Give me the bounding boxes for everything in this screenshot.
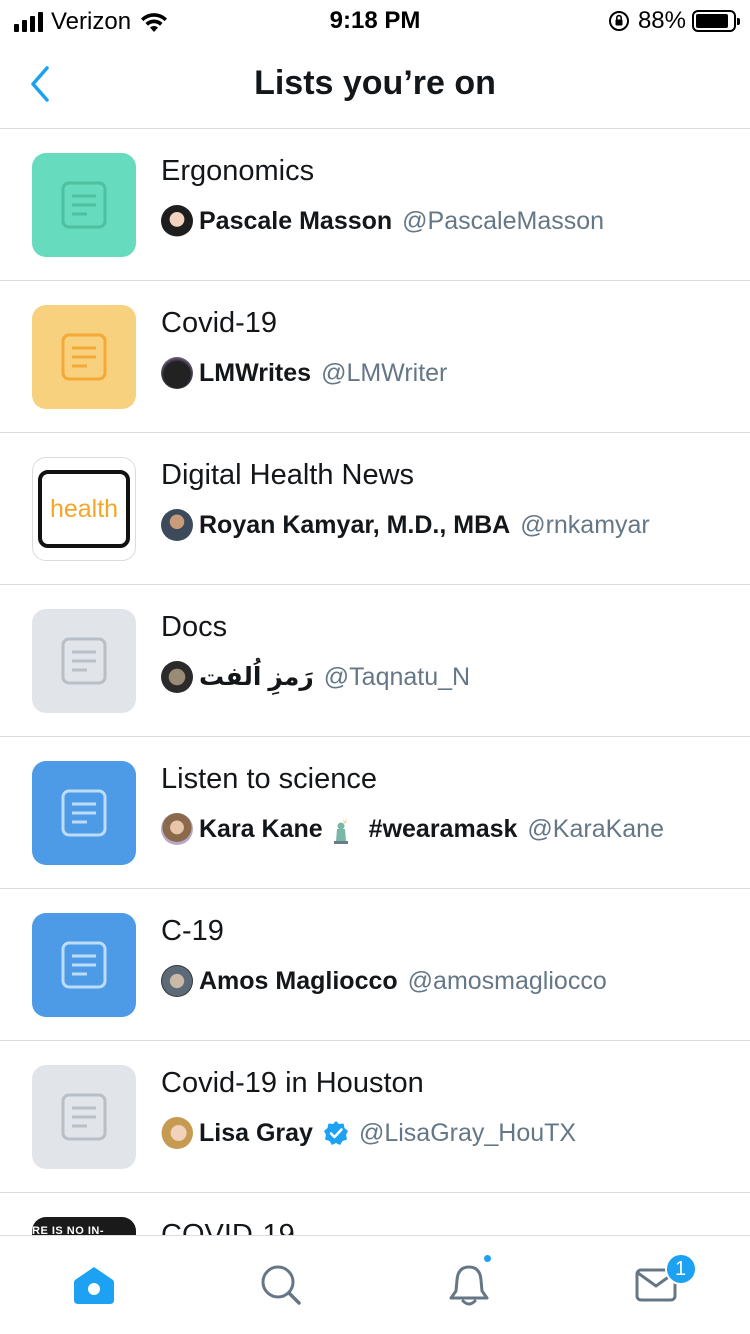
list-icon <box>61 789 107 837</box>
list-item[interactable]: Listen to science Kara Kane #wearamask @… <box>0 737 750 889</box>
avatar <box>161 813 193 845</box>
owner-name: Kara Kane <box>199 814 323 843</box>
health-logo: health <box>38 470 130 548</box>
statue-of-liberty-icon <box>329 814 353 844</box>
owner-handle: @KaraKane <box>527 814 664 843</box>
owner-handle: @PascaleMasson <box>402 206 605 235</box>
list-name: Docs <box>161 611 228 643</box>
status-bar: Verizon 9:18 PM 88% <box>0 0 750 40</box>
list-owner: Amos Magliocco @amosmagliocco <box>161 964 607 998</box>
list-name: C-19 <box>161 915 224 947</box>
tab-messages[interactable]: 1 <box>563 1236 750 1334</box>
owner-name: Royan Kamyar, M.D., MBA <box>199 510 511 539</box>
list-item[interactable]: Covid-19 LMWrites @LMWriter <box>0 281 750 433</box>
list-icon <box>61 333 107 381</box>
messages-badge: 1 <box>664 1253 697 1285</box>
nav-header: Lists you’re on <box>0 40 750 129</box>
list-item[interactable]: health Digital Health News Royan Kamyar,… <box>0 433 750 585</box>
owner-handle: @LMWriter <box>321 358 448 387</box>
tab-notifications[interactable] <box>375 1236 563 1334</box>
avatar <box>161 661 193 693</box>
list-thumbnail <box>32 761 136 865</box>
list-thumbnail <box>32 305 136 409</box>
list-thumbnail: RE IS NO IN-BETW <box>32 1217 136 1235</box>
verified-badge-icon <box>323 1120 349 1146</box>
list-icon <box>61 941 107 989</box>
battery-icon <box>692 10 740 32</box>
tab-home[interactable] <box>0 1236 188 1334</box>
owner-handle: @LisaGray_HouTX <box>358 1118 577 1147</box>
owner-handle: @amosmagliocco <box>407 966 607 995</box>
list-owner: Royan Kamyar, M.D., MBA @rnkamyar <box>161 508 650 542</box>
battery-percent: 88% <box>637 7 686 34</box>
list-item[interactable]: Covid-19 in Houston Lisa Gray @LisaGray_… <box>0 1041 750 1193</box>
list-icon <box>61 1093 107 1141</box>
list-thumbnail <box>32 609 136 713</box>
list-owner: Pascale Masson @PascaleMasson <box>161 204 604 238</box>
page-title: Lists you’re on <box>254 64 496 102</box>
avatar <box>161 965 193 997</box>
list-item[interactable]: RE IS NO IN-BETW COVID-19 <box>0 1193 750 1235</box>
owner-name: Lisa Gray <box>199 1118 313 1147</box>
list-thumbnail <box>32 153 136 257</box>
list-thumbnail: health <box>32 457 136 561</box>
list-owner: Kara Kane #wearamask @KaraKane <box>161 812 664 846</box>
list-item[interactable]: C-19 Amos Magliocco @amosmagliocco <box>0 889 750 1041</box>
avatar <box>161 357 193 389</box>
list-name: Listen to science <box>161 763 378 795</box>
list-thumbnail <box>32 1065 136 1169</box>
owner-handle: @rnkamyar <box>520 510 650 539</box>
owner-name: Pascale Masson <box>199 206 393 235</box>
owner-name: رَمزِ اُلفت <box>199 663 314 691</box>
owner-name: LMWrites <box>199 358 312 387</box>
avatar <box>161 509 193 541</box>
list-owner: LMWrites @LMWriter <box>161 356 447 390</box>
list-item[interactable]: Ergonomics Pascale Masson @PascaleMasson <box>0 129 750 281</box>
list-name: Covid-19 in Houston <box>161 1067 424 1099</box>
tab-search[interactable] <box>188 1236 376 1334</box>
list-name: Ergonomics <box>161 155 315 187</box>
status-right: 88% <box>608 7 740 35</box>
notification-dot <box>482 1253 493 1264</box>
list-name: Digital Health News <box>161 459 415 491</box>
list-thumbnail <box>32 913 136 1017</box>
avatar <box>161 205 193 237</box>
list-icon <box>61 181 107 229</box>
tab-bar: 1 <box>0 1235 750 1334</box>
avatar <box>161 1117 193 1149</box>
orientation-lock-icon <box>608 11 629 31</box>
owner-handle: @Taqnatu_N <box>323 662 471 691</box>
list-name: COVID-19 <box>161 1219 295 1235</box>
list-icon <box>61 637 107 685</box>
list-owner: رَمزِ اُلفت @Taqnatu_N <box>161 660 470 694</box>
list-name: Covid-19 <box>161 307 278 339</box>
owner-name: Amos Magliocco <box>199 966 398 995</box>
list-item[interactable]: Docs رَمزِ اُلفت @Taqnatu_N <box>0 585 750 737</box>
notifications-icon <box>449 1265 489 1306</box>
home-icon <box>73 1267 114 1304</box>
lists-list: Ergonomics Pascale Masson @PascaleMasson… <box>0 129 750 1235</box>
list-owner: Lisa Gray @LisaGray_HouTX <box>161 1116 576 1150</box>
owner-name-hashtag: #wearamask <box>368 814 518 843</box>
search-icon <box>261 1265 301 1305</box>
